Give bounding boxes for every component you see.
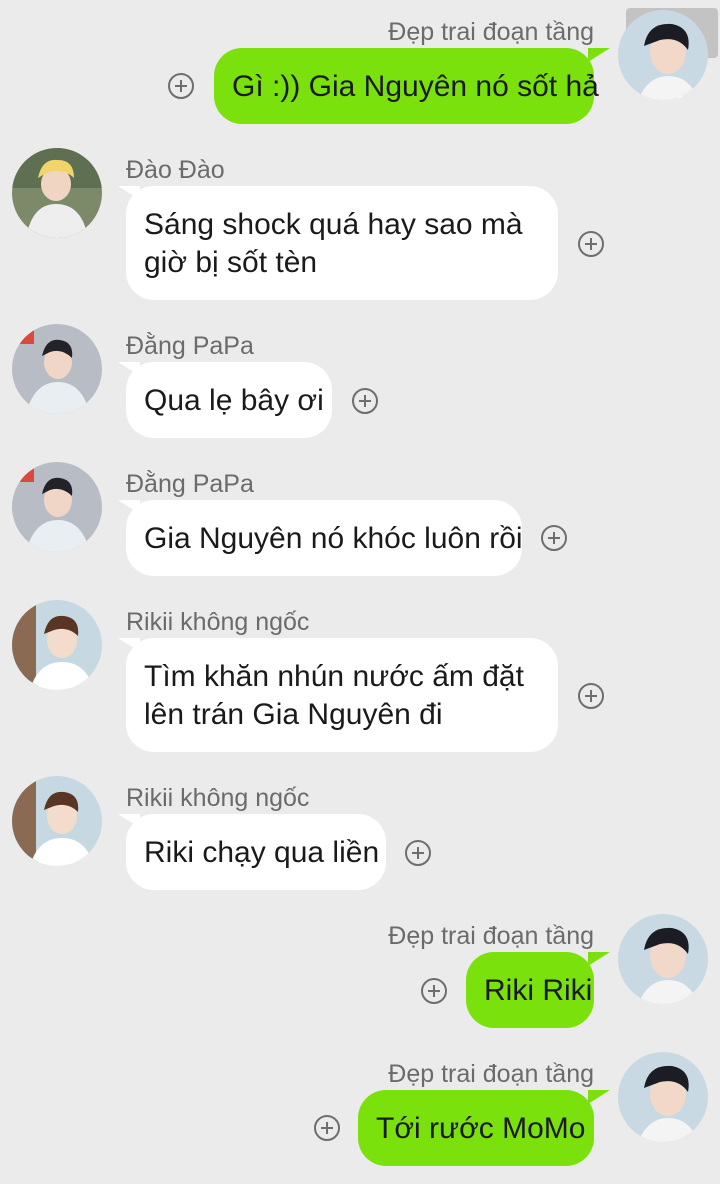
message-text-line: Tới rước MoMo <box>376 1112 586 1145</box>
message-text-line: giờ bị sốt tèn <box>144 246 318 279</box>
sender-name: Đẹp trai đoạn tầng <box>388 922 594 950</box>
add-reaction-icon[interactable] <box>578 683 604 709</box>
sender-name: Đẹp trai đoạn tầng <box>388 1060 594 1088</box>
avatar[interactable] <box>12 462 102 552</box>
message-text-line: Gia Nguyên nó khóc luôn rồi <box>144 522 523 555</box>
sender-name: Rikii không ngốc <box>126 608 310 636</box>
add-reaction-icon[interactable] <box>168 73 194 99</box>
message-text-line: Gì :)) Gia Nguyên nó sốt hả <box>232 70 599 103</box>
message-bubble[interactable]: Gia Nguyên nó khóc luôn rồi <box>126 500 523 576</box>
avatar[interactable] <box>618 1052 708 1142</box>
avatar[interactable] <box>12 324 102 414</box>
message-bubble[interactable]: Gì :)) Gia Nguyên nó sốt hả <box>214 48 599 124</box>
message-text-line: Qua lẹ bây ơi <box>144 384 324 417</box>
message-bubble[interactable]: Sáng shock quá hay sao mà giờ bị sốt tèn <box>126 186 558 300</box>
add-reaction-icon[interactable] <box>421 978 447 1004</box>
message-text-line: Sáng shock quá hay sao mà <box>144 208 523 241</box>
message-text-line: Riki chạy qua liền <box>144 836 380 869</box>
message-bubble[interactable]: Riki Riki <box>466 952 594 1028</box>
message-bubble[interactable]: Tới rước MoMo <box>358 1090 594 1166</box>
avatar[interactable] <box>618 10 708 100</box>
avatar[interactable] <box>12 148 102 238</box>
avatar[interactable] <box>12 776 102 866</box>
sender-name: Đằng PaPa <box>126 332 254 360</box>
add-reaction-icon[interactable] <box>541 525 567 551</box>
add-reaction-icon[interactable] <box>314 1115 340 1141</box>
message-bubble[interactable]: Riki chạy qua liền <box>126 814 386 890</box>
add-reaction-icon[interactable] <box>578 231 604 257</box>
message-text-line: lên trán Gia Nguyên đi <box>144 698 443 731</box>
message-text-line: Riki Riki <box>484 974 593 1007</box>
message-bubble[interactable]: Tìm khăn nhún nước ấm đặt lên trán Gia N… <box>126 638 558 752</box>
add-reaction-icon[interactable] <box>405 840 431 866</box>
sender-name: Đẹp trai đoạn tầng <box>388 18 594 46</box>
sender-name: Đằng PaPa <box>126 470 254 498</box>
message-bubble[interactable]: Qua lẹ bây ơi <box>126 362 332 438</box>
sender-name: Đào Đào <box>126 156 225 184</box>
avatar[interactable] <box>12 600 102 690</box>
sender-name: Rikii không ngốc <box>126 784 310 812</box>
add-reaction-icon[interactable] <box>352 388 378 414</box>
avatar[interactable] <box>618 914 708 1004</box>
message-text-line: Tìm khăn nhún nước ấm đặt <box>144 660 524 693</box>
